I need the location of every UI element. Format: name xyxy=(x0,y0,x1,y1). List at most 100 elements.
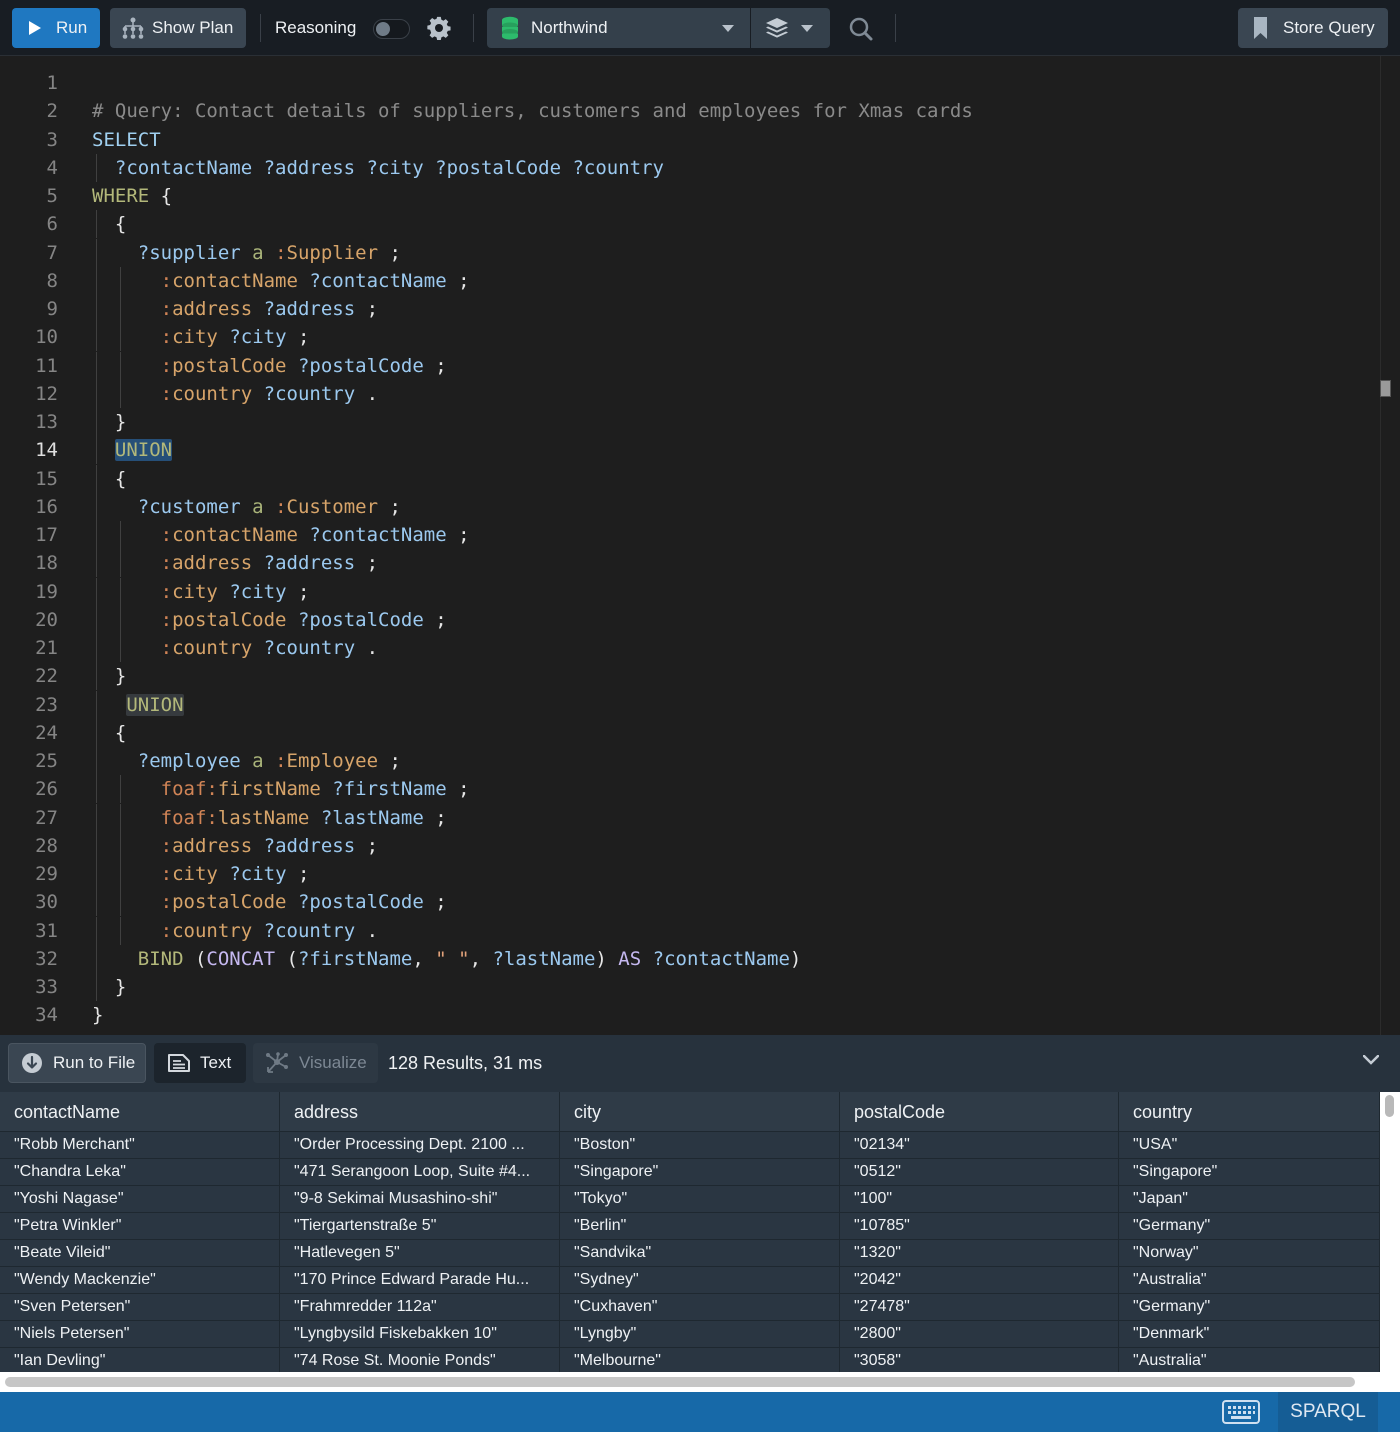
code-line[interactable]: 25 ?employee a :Employee ; xyxy=(0,747,1370,775)
editor-scrollbar-track[interactable] xyxy=(1380,56,1381,1035)
table-cell-contactname[interactable]: "Ian Devling" xyxy=(0,1348,280,1372)
language-mode[interactable]: SPARQL xyxy=(1278,1392,1378,1432)
code-line[interactable]: 8 :contactName ?contactName ; xyxy=(0,266,1370,295)
code-line[interactable]: 2 # Query: Contact details of suppliers, … xyxy=(0,97,1370,125)
code-line[interactable]: 23 UNION xyxy=(0,690,1370,719)
table-cell-city[interactable]: "Boston" xyxy=(560,1132,840,1158)
keyboard-icon[interactable] xyxy=(1222,1400,1260,1424)
table-cell-postalcode[interactable]: "3058" xyxy=(840,1348,1119,1372)
code-line[interactable]: 21 :country ?country . xyxy=(0,634,1370,662)
table-cell-contactname[interactable]: "Yoshi Nagase" xyxy=(0,1186,280,1212)
table-row[interactable]: "Wendy Mackenzie" "170 Prince Edward Para… xyxy=(0,1267,1380,1294)
text-view-button[interactable]: Text xyxy=(154,1043,246,1083)
code-line[interactable]: 14 UNION xyxy=(0,436,1370,465)
table-cell-address[interactable]: "74 Rose St. Moonie Ponds" xyxy=(280,1348,560,1372)
code-line[interactable]: 20 :postalCode ?postalCode ; xyxy=(0,605,1370,634)
code-line[interactable]: 12 :country ?country . xyxy=(0,379,1370,408)
query-editor[interactable]: 1 2 # Query: Contact details of suppliers,… xyxy=(0,56,1400,1035)
table-cell-city[interactable]: "Melbourne" xyxy=(560,1348,840,1372)
table-cell-city[interactable]: "Lyngby" xyxy=(560,1321,840,1347)
code-line[interactable]: 19 :city ?city ; xyxy=(0,577,1370,606)
table-cell-country[interactable]: "Singapore" xyxy=(1119,1159,1380,1185)
table-vertical-scrollbar-thumb[interactable] xyxy=(1385,1095,1394,1117)
table-vertical-scrollbar[interactable] xyxy=(1380,1092,1400,1374)
table-row[interactable]: "Ian Devling" "74 Rose St. Moonie Ponds" "… xyxy=(0,1348,1380,1372)
table-cell-postalcode[interactable]: "2042" xyxy=(840,1267,1119,1293)
column-header-postalcode[interactable]: postalCode xyxy=(840,1092,1119,1131)
table-cell-contactname[interactable]: "Wendy Mackenzie" xyxy=(0,1267,280,1293)
table-cell-address[interactable]: "Lyngbysild Fiskebakken 10" xyxy=(280,1321,560,1347)
table-cell-address[interactable]: "9-8 Sekimai Musashino-shi" xyxy=(280,1186,560,1212)
code-line[interactable]: 27 foaf:lastName ?lastName ; xyxy=(0,803,1370,832)
code-line[interactable]: 4 ?contactName ?address ?city ?postalCod… xyxy=(0,153,1370,182)
run-button[interactable]: Run xyxy=(12,8,100,48)
table-cell-contactname[interactable]: "Niels Petersen" xyxy=(0,1321,280,1347)
table-cell-contactname[interactable]: "Beate Vileid" xyxy=(0,1240,280,1266)
table-cell-postalcode[interactable]: "02134" xyxy=(840,1132,1119,1158)
code-line[interactable]: 11 :postalCode ?postalCode ; xyxy=(0,351,1370,380)
code-line[interactable]: 9 :address ?address ; xyxy=(0,295,1370,323)
table-row[interactable]: "Sven Petersen" "Frahmredder 112a" "Cuxhav… xyxy=(0,1294,1380,1321)
table-cell-address[interactable]: "Order Processing Dept. 2100 ... xyxy=(280,1132,560,1158)
table-cell-contactname[interactable]: "Robb Merchant" xyxy=(0,1132,280,1158)
code-line[interactable]: 6 { xyxy=(0,210,1370,239)
table-cell-address[interactable]: "471 Serangoon Loop, Suite #4... xyxy=(280,1159,560,1185)
table-row[interactable]: "Petra Winkler" "Tiergartenstraße 5" "Berl… xyxy=(0,1213,1380,1240)
code-line[interactable]: 13 } xyxy=(0,408,1370,436)
table-row[interactable]: "Beate Vileid" "Hatlevegen 5" "Sandvika" "1… xyxy=(0,1240,1380,1267)
table-cell-country[interactable]: "Australia" xyxy=(1119,1348,1380,1372)
table-cell-country[interactable]: "Australia" xyxy=(1119,1267,1380,1293)
table-row[interactable]: "Niels Petersen" "Lyngbysild Fiskebakken … xyxy=(0,1321,1380,1348)
table-cell-contactname[interactable]: "Sven Petersen" xyxy=(0,1294,280,1320)
table-cell-city[interactable]: "Singapore" xyxy=(560,1159,840,1185)
table-horizontal-scrollbar[interactable] xyxy=(0,1372,1380,1392)
table-cell-postalcode[interactable]: "27478" xyxy=(840,1294,1119,1320)
run-to-file-button[interactable]: Run to File xyxy=(8,1043,146,1083)
code-line[interactable]: 22 } xyxy=(0,662,1370,691)
code-line[interactable]: 18 :address ?address ; xyxy=(0,549,1370,578)
code-line[interactable]: 17 :contactName ?contactName ; xyxy=(0,521,1370,549)
table-cell-postalcode[interactable]: "1320" xyxy=(840,1240,1119,1266)
code-line[interactable]: 26 foaf:firstName ?firstName ; xyxy=(0,775,1370,804)
editor-scrollbar-thumb[interactable] xyxy=(1380,380,1391,397)
search-icon[interactable] xyxy=(848,16,874,42)
column-header-contactname[interactable]: contactName xyxy=(0,1092,280,1131)
table-row[interactable]: "Robb Merchant" "Order Processing Dept. 2… xyxy=(0,1132,1380,1159)
table-cell-postalcode[interactable]: "0512" xyxy=(840,1159,1119,1185)
column-header-country[interactable]: country xyxy=(1119,1092,1380,1131)
code-line[interactable]: 10 :city ?city ; xyxy=(0,323,1370,352)
table-cell-contactname[interactable]: "Chandra Leka" xyxy=(0,1159,280,1185)
table-cell-city[interactable]: "Berlin" xyxy=(560,1213,840,1239)
column-header-address[interactable]: address xyxy=(280,1092,560,1131)
code-line[interactable]: 31 :country ?country . xyxy=(0,916,1370,945)
show-plan-button[interactable]: Show Plan xyxy=(110,8,246,48)
graph-select-button[interactable] xyxy=(751,8,830,48)
code-line[interactable]: 5 WHERE { xyxy=(0,182,1370,210)
table-cell-city[interactable]: "Tokyo" xyxy=(560,1186,840,1212)
code-line[interactable]: 16 ?customer a :Customer ; xyxy=(0,492,1370,521)
code-line[interactable]: 28 :address ?address ; xyxy=(0,831,1370,860)
table-cell-country[interactable]: "Denmark" xyxy=(1119,1321,1380,1347)
code-line[interactable]: 29 :city ?city ; xyxy=(0,860,1370,888)
code-line[interactable]: 1 xyxy=(0,69,1370,97)
table-row[interactable]: "Yoshi Nagase" "9-8 Sekimai Musashino-shi… xyxy=(0,1186,1380,1213)
table-cell-address[interactable]: "170 Prince Edward Parade Hu... xyxy=(280,1267,560,1293)
table-cell-city[interactable]: "Cuxhaven" xyxy=(560,1294,840,1320)
table-cell-city[interactable]: "Sydney" xyxy=(560,1267,840,1293)
table-cell-country[interactable]: "Norway" xyxy=(1119,1240,1380,1266)
gear-icon[interactable] xyxy=(427,16,451,40)
table-cell-country[interactable]: "USA" xyxy=(1119,1132,1380,1158)
reasoning-toggle[interactable] xyxy=(373,19,410,39)
table-horizontal-scrollbar-thumb[interactable] xyxy=(5,1377,1355,1387)
table-cell-address[interactable]: "Tiergartenstraße 5" xyxy=(280,1213,560,1239)
store-query-button[interactable]: Store Query xyxy=(1238,8,1388,48)
code-line[interactable]: 32 BIND (CONCAT (?firstName, " ", ?lastN… xyxy=(0,944,1370,973)
code-line[interactable]: 24 { xyxy=(0,718,1370,747)
table-cell-postalcode[interactable]: "10785" xyxy=(840,1213,1119,1239)
code-line[interactable]: 15 { xyxy=(0,464,1370,493)
table-cell-city[interactable]: "Sandvika" xyxy=(560,1240,840,1266)
code-line[interactable]: 7 ?supplier a :Supplier ; xyxy=(0,238,1370,267)
table-cell-address[interactable]: "Frahmredder 112a" xyxy=(280,1294,560,1320)
code-line[interactable]: 33 } xyxy=(0,973,1370,1001)
table-cell-contactname[interactable]: "Petra Winkler" xyxy=(0,1213,280,1239)
